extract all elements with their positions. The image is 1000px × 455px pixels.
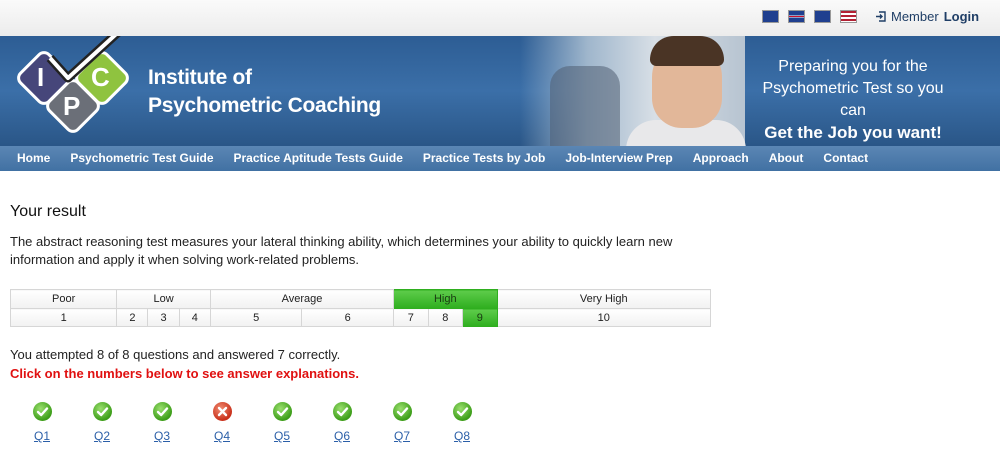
background-people-image xyxy=(550,66,620,146)
nav-practice-aptitude-tests-guide[interactable]: Practice Aptitude Tests Guide xyxy=(224,146,413,171)
question-item: Q3 xyxy=(150,402,174,443)
top-bar: Member Login xyxy=(0,0,1000,36)
question-item: Q6 xyxy=(330,402,354,443)
nav-about[interactable]: About xyxy=(759,146,814,171)
band-row: Poor Low Average High Very High xyxy=(9,289,712,309)
score-cell-highlighted: 9 xyxy=(462,308,498,327)
main-nav: Home Psychometric Test Guide Practice Ap… xyxy=(0,146,1000,171)
question-link-q8[interactable]: Q8 xyxy=(450,429,474,443)
nav-job-interview-prep[interactable]: Job-Interview Prep xyxy=(555,146,682,171)
member-label: Member xyxy=(891,9,939,24)
question-link-q7[interactable]: Q7 xyxy=(390,429,414,443)
score-cell: 2 xyxy=(116,308,149,327)
correct-check-icon[interactable] xyxy=(92,402,112,421)
band-very-high: Very High xyxy=(496,289,712,309)
score-cell: 8 xyxy=(427,308,464,327)
band-average: Average xyxy=(209,289,395,309)
score-cell: 1 xyxy=(9,308,118,327)
correct-check-icon[interactable] xyxy=(452,402,472,421)
attempt-summary: You attempted 8 of 8 questions and answe… xyxy=(10,347,341,362)
brand-line-2: Psychometric Coaching xyxy=(148,94,381,117)
correct-check-icon[interactable] xyxy=(152,402,172,421)
nav-home[interactable]: Home xyxy=(7,146,60,171)
country-flags xyxy=(762,10,857,23)
nav-practice-tests-by-job[interactable]: Practice Tests by Job xyxy=(413,146,556,171)
tagline-line-2: Psychometric Test so you can xyxy=(762,80,944,119)
man-hair-image xyxy=(650,36,724,66)
score-cell: 7 xyxy=(393,308,429,327)
nav-psychometric-test-guide[interactable]: Psychometric Test Guide xyxy=(60,146,223,171)
question-link-q1[interactable]: Q1 xyxy=(30,429,54,443)
brand-name[interactable]: Institute of Psychometric Coaching xyxy=(148,64,381,120)
incorrect-cross-icon[interactable] xyxy=(212,402,232,421)
logo-letter-i: I xyxy=(37,62,44,92)
tagline-line-3: Get the Job you want! xyxy=(764,123,942,142)
nav-approach[interactable]: Approach xyxy=(683,146,759,171)
login-label: Login xyxy=(943,9,980,24)
question-item: Q7 xyxy=(390,402,414,443)
question-item: Q5 xyxy=(270,402,294,443)
score-cell: 4 xyxy=(178,308,211,327)
question-link-q2[interactable]: Q2 xyxy=(90,429,114,443)
login-icon xyxy=(876,11,886,22)
question-item: Q8 xyxy=(450,402,474,443)
brand-line-1: Institute of xyxy=(148,66,252,89)
score-scale-table: Poor Low Average High Very High 1 2 3 4 … xyxy=(9,289,712,327)
explanation-instruction: Click on the numbers below to see answer… xyxy=(10,366,359,381)
correct-check-icon[interactable] xyxy=(332,402,352,421)
question-link-q3[interactable]: Q3 xyxy=(150,429,174,443)
header-photo xyxy=(520,36,746,146)
question-link-q5[interactable]: Q5 xyxy=(270,429,294,443)
nav-contact[interactable]: Contact xyxy=(813,146,878,171)
question-item: Q1 xyxy=(30,402,54,443)
uk-flag-icon[interactable] xyxy=(788,10,805,23)
header-banner: I C P Institute of Psychometric Coaching… xyxy=(0,36,1000,146)
correct-check-icon[interactable] xyxy=(272,402,292,421)
result-description: The abstract reasoning test measures you… xyxy=(10,234,673,267)
score-cell: 6 xyxy=(301,308,395,327)
tagline-line-1: Preparing you for the xyxy=(778,58,928,75)
score-cell: 3 xyxy=(147,308,180,327)
band-low: Low xyxy=(116,289,211,309)
score-cell: 5 xyxy=(209,308,303,327)
logo-letter-c: C xyxy=(91,62,110,92)
usa-flag-icon[interactable] xyxy=(840,10,857,23)
question-link-q6[interactable]: Q6 xyxy=(330,429,354,443)
score-row: 1 2 3 4 5 6 7 8 9 10 xyxy=(9,308,712,327)
question-link-q4[interactable]: Q4 xyxy=(210,429,234,443)
page-title: Your result xyxy=(10,203,86,220)
correct-check-icon[interactable] xyxy=(392,402,412,421)
header-tagline: Preparing you for the Psychometric Test … xyxy=(748,56,958,144)
new-zealand-flag-icon[interactable] xyxy=(814,10,831,23)
band-poor: Poor xyxy=(9,289,118,309)
correct-check-icon[interactable] xyxy=(32,402,52,421)
question-item: Q2 xyxy=(90,402,114,443)
australia-flag-icon[interactable] xyxy=(762,10,779,23)
band-high: High xyxy=(393,289,498,309)
score-cell: 10 xyxy=(496,308,712,327)
ipc-logo-icon[interactable]: I C P xyxy=(6,36,146,146)
question-item: Q4 xyxy=(210,402,234,443)
logo-letter-p: P xyxy=(63,91,80,121)
member-login-link[interactable]: Member Login xyxy=(876,9,979,24)
